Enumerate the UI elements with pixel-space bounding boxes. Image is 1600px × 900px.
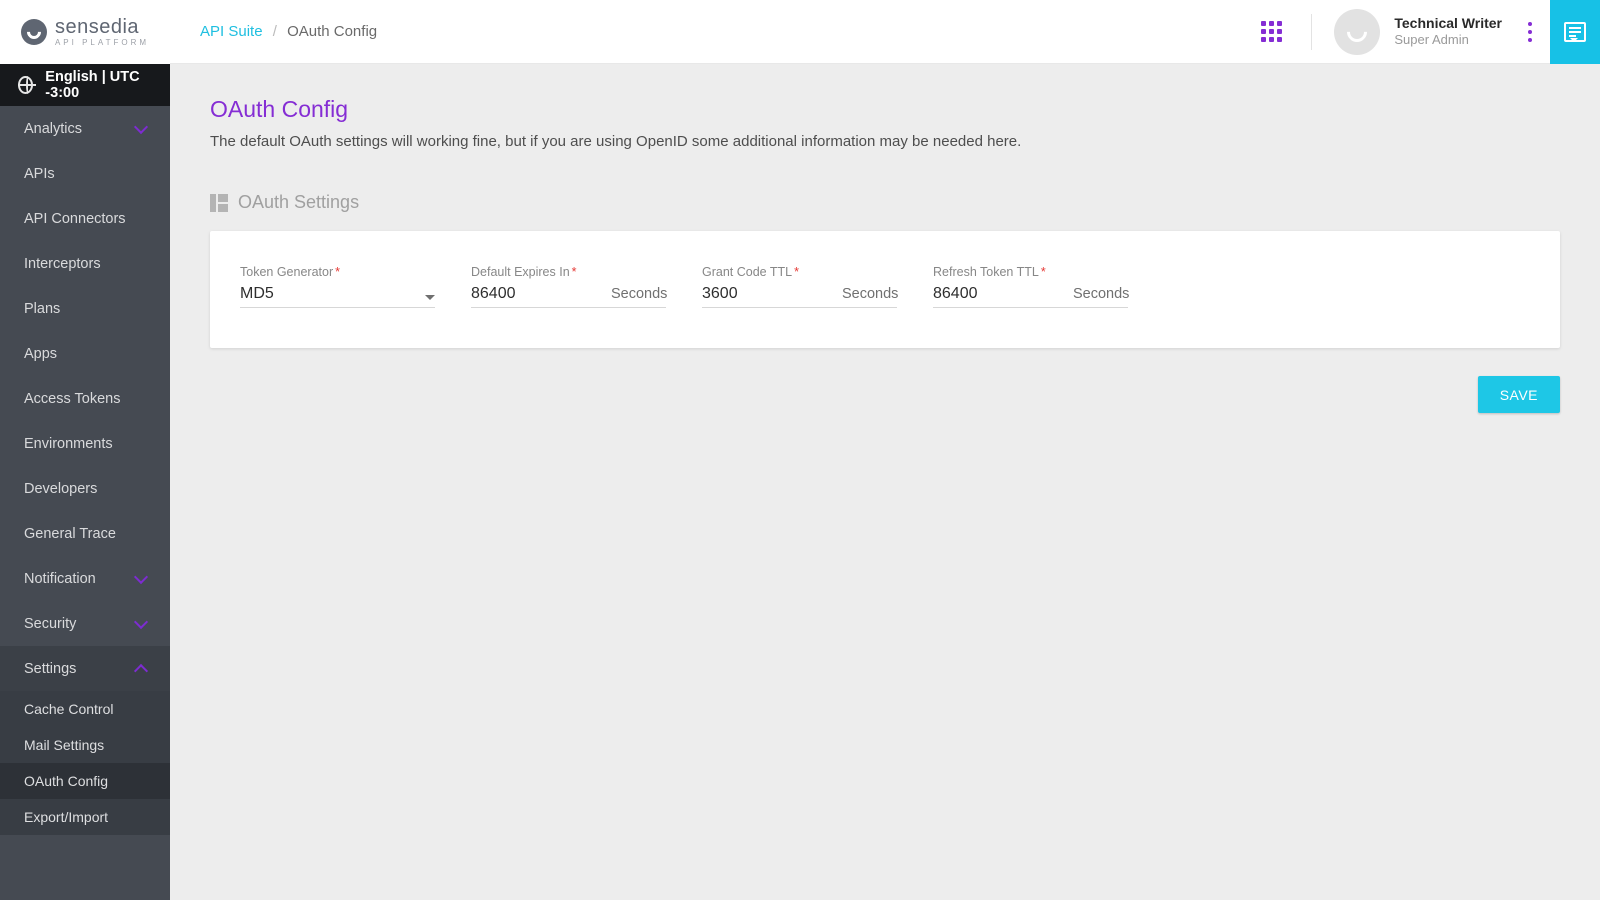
brand-name: sensedia [55,17,149,37]
main-content: OAuth Config The default OAuth settings … [170,64,1600,900]
sidebar-item-label: General Trace [24,526,116,542]
required-indicator: * [794,265,799,279]
sidebar-item-label: Developers [24,481,97,497]
sidebar-item-api-connectors[interactable]: API Connectors [0,196,170,241]
token-generator-select[interactable]: MD5 [240,285,435,308]
sidebar-item-label: Access Tokens [24,391,120,407]
unit-suffix: Seconds [1073,286,1129,303]
required-indicator: * [335,265,340,279]
chevron-up-icon [134,663,148,677]
sidebar-item-label: Security [24,616,76,632]
default-expires-input[interactable] [471,285,611,303]
chat-icon [1564,22,1586,42]
brand-tagline: API PLATFORM [55,39,149,47]
apps-grid-icon[interactable] [1261,21,1283,43]
sidebar-item-interceptors[interactable]: Interceptors [0,241,170,286]
user-name: Technical Writer [1394,15,1502,33]
chevron-down-icon [134,119,148,133]
sidebar-item-label: Analytics [24,121,82,137]
sidebar-item-label: Mail Settings [24,737,104,753]
sidebar-subitem-mail-settings[interactable]: Mail Settings [0,727,170,763]
dropdown-caret-icon [425,295,435,300]
sidebar-item-analytics[interactable]: Analytics [0,106,170,151]
sidebar-item-label: Apps [24,346,57,362]
sidebar-item-label: Cache Control [24,701,114,717]
grant-code-ttl-input[interactable] [702,285,842,303]
sidebar-item-label: API Connectors [24,211,126,227]
sidebar-item-label: Environments [24,436,113,452]
unit-suffix: Seconds [611,286,667,303]
sidebar-item-label: APIs [24,166,55,182]
page-description: The default OAuth settings will working … [210,133,1560,150]
logo[interactable]: sensedia API PLATFORM [0,0,170,64]
save-button[interactable]: SAVE [1478,376,1560,413]
section-title: OAuth Settings [238,192,359,213]
sidebar-item-plans[interactable]: Plans [0,286,170,331]
sidebar-item-settings[interactable]: Settings [0,646,170,691]
field-default-expires: Default Expires In* Seconds [471,265,666,308]
globe-icon [18,76,33,94]
field-label: Token Generator [240,265,333,279]
required-indicator: * [1041,265,1046,279]
sidebar-item-label: OAuth Config [24,773,108,789]
sidebar-subnav-settings: Cache Control Mail Settings OAuth Config… [0,691,170,835]
locale-label: English | UTC -3:00 [45,69,152,101]
field-label: Default Expires In [471,265,570,279]
sidebar-subitem-oauth-config[interactable]: OAuth Config [0,763,170,799]
chat-button[interactable] [1550,0,1600,64]
sidebar-item-developers[interactable]: Developers [0,466,170,511]
dashboard-icon [210,194,228,212]
sidebar-item-access-tokens[interactable]: Access Tokens [0,376,170,421]
sidebar-item-label: Export/Import [24,809,108,825]
field-label: Refresh Token TTL [933,265,1039,279]
brand-mark-icon [21,19,47,45]
sidebar-item-security[interactable]: Security [0,601,170,646]
sidebar-item-notification[interactable]: Notification [0,556,170,601]
divider [1311,14,1312,50]
breadcrumb-current: OAuth Config [287,23,377,40]
user-role: Super Admin [1394,32,1502,48]
section-header: OAuth Settings [210,192,1560,213]
sidebar-subitem-cache-control[interactable]: Cache Control [0,691,170,727]
sidebar-item-label: Settings [24,661,76,677]
page-title: OAuth Config [210,96,1560,123]
avatar[interactable] [1334,9,1380,55]
sidebar-item-apps[interactable]: Apps [0,331,170,376]
more-menu-icon[interactable] [1520,14,1540,50]
user-block[interactable]: Technical Writer Super Admin [1394,15,1502,49]
topbar: sensedia API PLATFORM API Suite / OAuth … [0,0,1600,64]
sidebar-subitem-export-import[interactable]: Export/Import [0,799,170,835]
field-refresh-token-ttl: Refresh Token TTL* Seconds [933,265,1128,308]
sidebar-item-general-trace[interactable]: General Trace [0,511,170,556]
sidebar-item-apis[interactable]: APIs [0,151,170,196]
sidebar-item-environments[interactable]: Environments [0,421,170,466]
sidebar-item-label: Notification [24,571,96,587]
field-label: Grant Code TTL [702,265,792,279]
sidebar-item-label: Plans [24,301,60,317]
locale-selector[interactable]: English | UTC -3:00 [0,64,170,106]
required-indicator: * [572,265,577,279]
unit-suffix: Seconds [842,286,898,303]
field-token-generator: Token Generator* MD5 [240,265,435,308]
refresh-token-ttl-input[interactable] [933,285,1073,303]
oauth-settings-card: Token Generator* MD5 Default Expires In*… [210,231,1560,348]
breadcrumb: API Suite / OAuth Config [200,23,377,40]
field-grant-code-ttl: Grant Code TTL* Seconds [702,265,897,308]
breadcrumb-root[interactable]: API Suite [200,23,263,40]
sidebar-item-label: Interceptors [24,256,101,272]
select-value: MD5 [240,285,410,303]
sidebar: English | UTC -3:00 Analytics APIs API C… [0,64,170,900]
chevron-down-icon [134,569,148,583]
chevron-down-icon [134,614,148,628]
